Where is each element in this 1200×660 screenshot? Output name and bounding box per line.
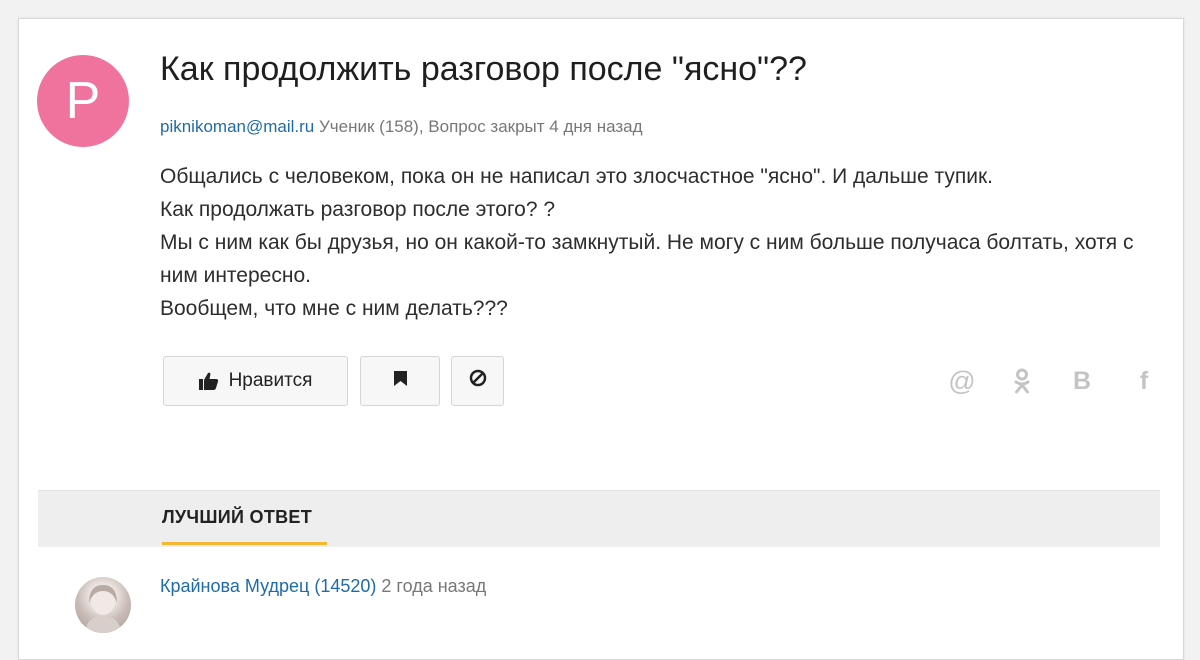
question-paragraph: Мы с ним как бы друзья, но он какой-то з… [160, 231, 1134, 287]
question-card [18, 18, 1184, 660]
question-paragraph: Общались с человеком, пока он не написал… [160, 165, 994, 188]
question-body: Общались с человеком, пока он не написал… [160, 160, 1170, 325]
share-mail-icon[interactable]: @ [946, 365, 978, 397]
question-meta: piknikoman@mail.ru Ученик (158), Вопрос … [160, 117, 643, 137]
tab-best-answer[interactable]: ЛУЧШИЙ ОТВЕТ [162, 507, 312, 528]
answer-author-rank[interactable]: Мудрец (14520) [245, 576, 376, 596]
share-facebook-icon[interactable]: f [1128, 365, 1160, 397]
answer-time: 2 года назад [381, 576, 487, 596]
question-paragraph: Как продолжать разговор после этого? ? [160, 198, 556, 221]
author-link[interactable]: piknikoman@mail.ru [160, 117, 314, 136]
author-status: Ученик (158), Вопрос закрыт 4 дня назад [319, 117, 643, 136]
share-vk-icon[interactable]: В [1066, 365, 1098, 397]
like-label: Нравится [228, 370, 313, 391]
answer-author-avatar[interactable] [75, 577, 131, 633]
bookmark-icon [393, 370, 407, 392]
share-odnoklassniki-icon[interactable] [1006, 365, 1038, 397]
bookmark-button[interactable] [360, 356, 440, 406]
author-avatar[interactable]: P [37, 55, 129, 147]
best-answer-meta: Крайнова Мудрец (14520) 2 года назад [160, 576, 486, 597]
question-title: Как продолжить разговор после "ясно"?? [160, 50, 807, 88]
answer-author-link[interactable]: Крайнова [160, 576, 240, 596]
like-button[interactable]: Нравится [163, 356, 348, 406]
thumbs-up-icon [198, 372, 219, 390]
report-button[interactable] [451, 356, 504, 406]
question-paragraph: Вообщем, что мне с ним делать??? [160, 297, 508, 320]
active-tab-indicator [162, 542, 327, 545]
block-icon [469, 369, 487, 393]
